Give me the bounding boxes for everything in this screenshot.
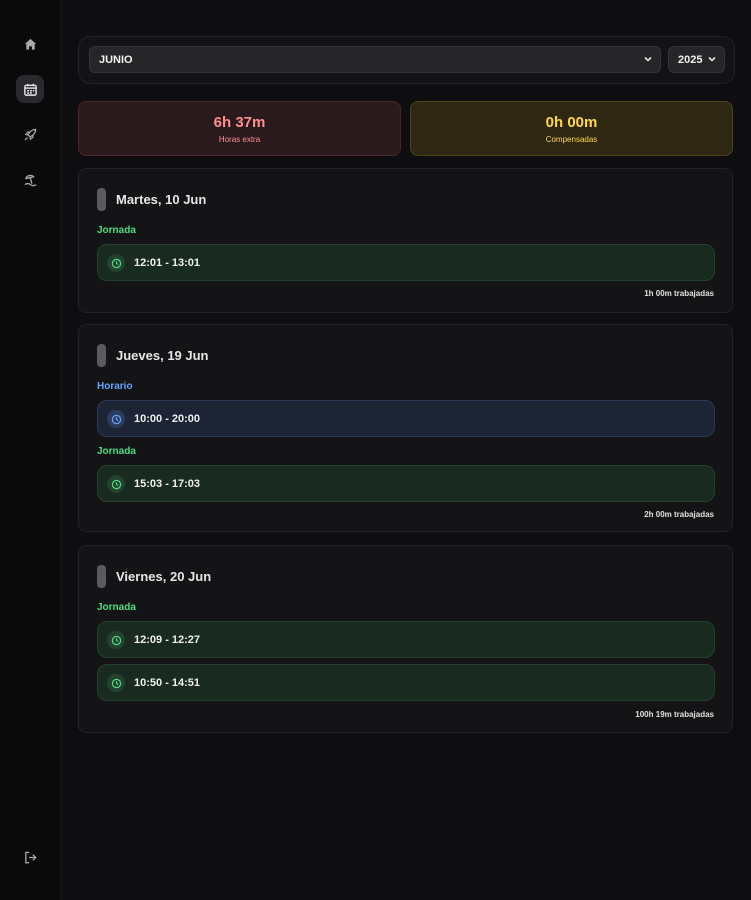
section-label-jornada: Jornada — [97, 446, 136, 457]
clock-icon — [107, 254, 125, 272]
clock-icon — [107, 674, 125, 692]
nav-vacation-button[interactable] — [16, 165, 44, 193]
time-range: 10:50 - 14:51 — [134, 677, 201, 689]
year-select-value: 2025 — [678, 53, 703, 66]
compensated-stat-card: 0h 00m Compensadas — [410, 101, 733, 156]
compensated-label: Compensadas — [545, 134, 598, 144]
logout-icon — [24, 851, 37, 863]
section-label-jornada: Jornada — [97, 225, 136, 236]
time-range: 15:03 - 17:03 — [134, 478, 201, 490]
beach-umbrella-icon — [23, 174, 37, 186]
worked-total: 2h 00m trabajadas — [644, 510, 714, 519]
section-label-horario: Horario — [97, 381, 133, 392]
day-card: Jueves, 19 Jun Horario 10:00 - 20:00 Jor… — [78, 324, 733, 532]
sidebar — [0, 0, 61, 900]
day-marker — [97, 188, 106, 211]
month-select-value: JUNIO — [99, 53, 133, 66]
year-select[interactable]: 2025 — [668, 46, 725, 73]
day-marker — [97, 565, 106, 588]
day-title: Jueves, 19 Jun — [116, 348, 209, 363]
day-title: Martes, 10 Jun — [116, 192, 207, 207]
clock-icon — [107, 631, 125, 649]
overtime-label: Horas extra — [218, 134, 261, 144]
worked-total: 100h 19m trabajadas — [635, 710, 714, 719]
overtime-stat-card: 6h 37m Horas extra — [78, 101, 401, 156]
time-range: 10:00 - 20:00 — [134, 413, 201, 425]
home-icon — [24, 38, 36, 50]
logout-button[interactable] — [16, 843, 44, 871]
chevron-down-icon — [708, 56, 716, 62]
time-entry[interactable]: 12:09 - 12:27 — [97, 621, 715, 658]
filter-bar: JUNIO 2025 — [78, 36, 735, 84]
nav-calendar-button[interactable] — [16, 75, 44, 103]
chevron-down-icon — [644, 56, 652, 62]
nav-rocket-button[interactable] — [16, 120, 44, 148]
month-select[interactable]: JUNIO — [89, 46, 661, 73]
clock-icon — [107, 475, 125, 493]
time-range: 12:09 - 12:27 — [134, 634, 201, 646]
day-title: Viernes, 20 Jun — [116, 569, 212, 584]
calendar-icon — [23, 83, 37, 96]
overtime-value: 6h 37m — [213, 113, 266, 131]
rocket-icon — [24, 128, 36, 140]
compensated-value: 0h 00m — [545, 113, 598, 131]
day-card: Viernes, 20 Jun Jornada 12:09 - 12:27 10… — [78, 545, 733, 733]
day-card: Martes, 10 Jun Jornada 12:01 - 13:01 1h … — [78, 168, 733, 313]
nav-home-button[interactable] — [16, 30, 44, 58]
day-marker — [97, 344, 106, 367]
clock-icon — [107, 410, 125, 428]
time-entry[interactable]: 10:00 - 20:00 — [97, 400, 715, 437]
time-entry[interactable]: 12:01 - 13:01 — [97, 244, 715, 281]
time-entry[interactable]: 10:50 - 14:51 — [97, 664, 715, 701]
worked-total: 1h 00m trabajadas — [644, 289, 714, 298]
time-entry[interactable]: 15:03 - 17:03 — [97, 465, 715, 502]
time-range: 12:01 - 13:01 — [134, 257, 201, 269]
main-content: JUNIO 2025 6h 37m Horas extra 0h 00m Com… — [60, 0, 751, 900]
section-label-jornada: Jornada — [97, 602, 136, 613]
